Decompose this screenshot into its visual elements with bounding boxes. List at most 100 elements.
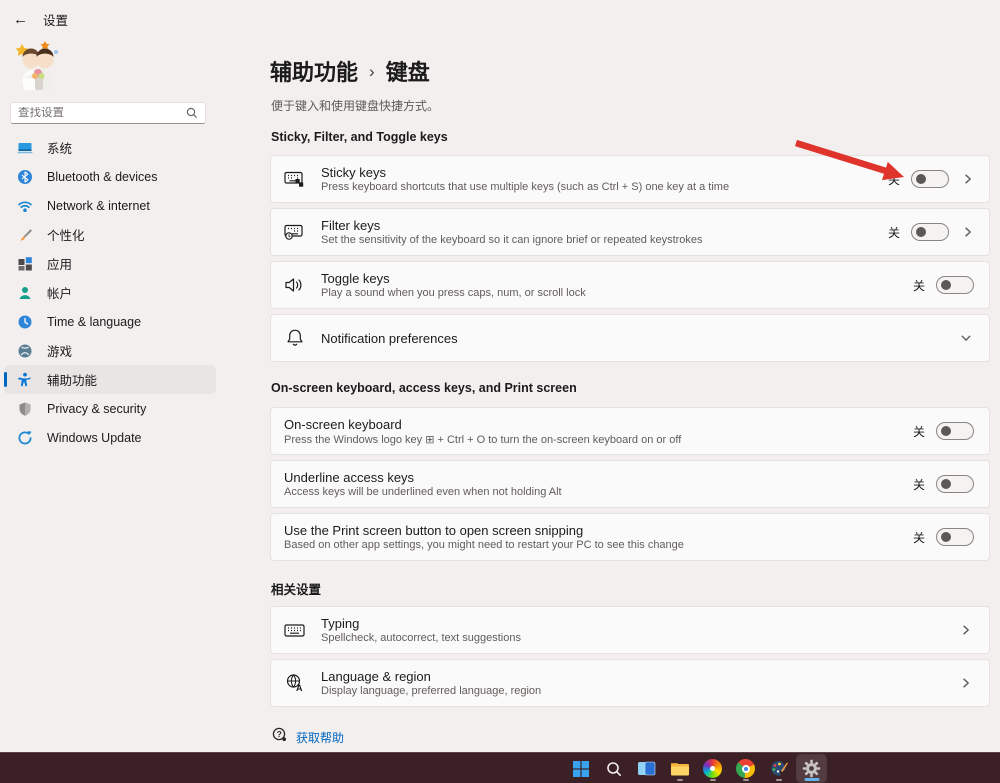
sidebar-item-privacy[interactable]: Privacy & security [4, 394, 216, 423]
toggle-state-label: 关 [913, 476, 925, 493]
xbox-icon [17, 343, 33, 359]
settings-gear-icon [802, 759, 821, 778]
setting-title: Use the Print screen button to open scre… [284, 523, 913, 538]
chrome-button[interactable] [731, 755, 760, 782]
paint-app-button[interactable] [764, 755, 793, 782]
setting-title: Filter keys [321, 218, 888, 233]
avatar[interactable] [12, 38, 64, 92]
breadcrumb: 辅助功能 › 键盘 [270, 55, 430, 87]
setting-row-notification-preferences[interactable]: Notification preferences [270, 314, 990, 362]
onscreen-keyboard-toggle[interactable] [936, 422, 974, 440]
main-content: 辅助功能 › 键盘 便于键入和使用键盘快捷方式。 Sticky, Filter,… [270, 0, 990, 752]
active-running-indicator [804, 778, 819, 781]
setting-row-toggle-keys[interactable]: Toggle keys Play a sound when you press … [270, 261, 990, 309]
settings-group-1: Sticky keys Press keyboard shortcuts tha… [270, 155, 990, 362]
sidebar-item-label: Time & language [47, 315, 141, 329]
sidebar-item-time-language[interactable]: Time & language [4, 307, 216, 336]
sticky-keys-toggle[interactable] [911, 170, 949, 188]
print-screen-toggle[interactable] [936, 528, 974, 546]
sidebar-item-accessibility[interactable]: 辅助功能 [4, 365, 216, 394]
sidebar-item-label: 游戏 [47, 341, 72, 360]
color-wheel-app-button[interactable] [698, 755, 727, 782]
titlebar: ← 设置 [13, 10, 68, 29]
running-indicator [776, 779, 782, 782]
toggle-state-label: 关 [888, 171, 900, 188]
sidebar-item-label: Network & internet [47, 199, 150, 213]
file-explorer-button[interactable] [665, 755, 694, 782]
bell-icon [284, 328, 306, 348]
breadcrumb-separator-icon: › [369, 60, 375, 82]
section-header-onscreen-keyboard: On-screen keyboard, access keys, and Pri… [271, 381, 577, 395]
person-icon [17, 285, 33, 301]
setting-description: Access keys will be underlined even when… [284, 486, 913, 498]
chevron-right-icon [962, 226, 974, 238]
sidebar-item-accounts[interactable]: 帐户 [4, 278, 216, 307]
setting-title: Typing [321, 616, 960, 631]
taskbar-icons [566, 755, 826, 782]
start-button[interactable] [566, 755, 595, 782]
get-help[interactable]: ? 获取帮助 [272, 727, 344, 747]
sidebar-item-bluetooth[interactable]: Bluetooth & devices [4, 162, 216, 191]
taskbar [0, 752, 1000, 783]
paint-palette-icon [769, 759, 789, 778]
chevron-down-icon [960, 332, 972, 344]
back-arrow-icon[interactable]: ← [13, 11, 28, 28]
setting-title: On-screen keyboard [284, 417, 913, 432]
search-taskbar-button[interactable] [599, 755, 628, 782]
windows-logo-icon [572, 760, 590, 778]
settings-group-3: Typing Spellcheck, autocorrect, text sug… [270, 606, 990, 707]
breadcrumb-parent[interactable]: 辅助功能 [270, 55, 358, 87]
toggle-state-label: 关 [913, 529, 925, 546]
search-box[interactable] [10, 102, 206, 124]
setting-row-print-screen-snipping[interactable]: Use the Print screen button to open scre… [270, 513, 990, 561]
setting-description: Based on other app settings, you might n… [284, 539, 913, 551]
toggle-knob [916, 227, 926, 237]
chevron-right-icon [960, 677, 972, 689]
toggle-knob [941, 479, 951, 489]
chevron-right-icon [960, 624, 972, 636]
update-icon [17, 430, 33, 446]
accessibility-icon [17, 372, 33, 388]
sidebar-item-system[interactable]: 系统 [4, 133, 216, 162]
setting-row-underline-access-keys[interactable]: Underline access keys Access keys will b… [270, 460, 990, 508]
setting-title: Language & region [321, 669, 960, 684]
task-view-button[interactable] [632, 755, 661, 782]
underline-access-keys-toggle[interactable] [936, 475, 974, 493]
toggle-state-label: 关 [913, 423, 925, 440]
sidebar-item-personalization[interactable]: 个性化 [4, 220, 216, 249]
typing-keyboard-icon [284, 621, 306, 639]
settings-taskbar-button[interactable] [797, 755, 826, 782]
paint-brush-icon [17, 227, 33, 243]
setting-description: Press keyboard shortcuts that use multip… [321, 181, 888, 193]
running-indicator [743, 779, 749, 782]
search-icon [605, 760, 623, 778]
setting-row-language-region[interactable]: A Language & region Display language, pr… [270, 659, 990, 707]
toggle-knob [941, 280, 951, 290]
page-title: 键盘 [386, 55, 430, 87]
shield-icon [17, 401, 33, 417]
settings-group-2: On-screen keyboard Press the Windows log… [270, 407, 990, 561]
setting-title: Toggle keys [321, 271, 913, 286]
chevron-right-icon [962, 173, 974, 185]
filter-keys-icon [284, 223, 306, 241]
toggle-keys-icon [284, 276, 306, 294]
sidebar-item-label: Windows Update [47, 431, 142, 445]
running-indicator [677, 779, 683, 782]
sidebar-item-label: Privacy & security [47, 402, 146, 416]
sidebar-item-network[interactable]: Network & internet [4, 191, 216, 220]
sidebar-item-apps[interactable]: 应用 [4, 249, 216, 278]
svg-text:A: A [296, 683, 303, 693]
toggle-keys-toggle[interactable] [936, 276, 974, 294]
setting-title: Notification preferences [321, 331, 960, 346]
toggle-state-label: 关 [913, 277, 925, 294]
setting-row-filter-keys[interactable]: Filter keys Set the sensitivity of the k… [270, 208, 990, 256]
setting-row-sticky-keys[interactable]: Sticky keys Press keyboard shortcuts tha… [270, 155, 990, 203]
sidebar-item-gaming[interactable]: 游戏 [4, 336, 216, 365]
setting-row-onscreen-keyboard[interactable]: On-screen keyboard Press the Windows log… [270, 407, 990, 455]
sidebar-item-windows-update[interactable]: Windows Update [4, 423, 216, 452]
setting-row-typing[interactable]: Typing Spellcheck, autocorrect, text sug… [270, 606, 990, 654]
search-input[interactable] [11, 107, 186, 119]
get-help-link[interactable]: 获取帮助 [296, 729, 344, 746]
clock-icon [17, 314, 33, 330]
filter-keys-toggle[interactable] [911, 223, 949, 241]
